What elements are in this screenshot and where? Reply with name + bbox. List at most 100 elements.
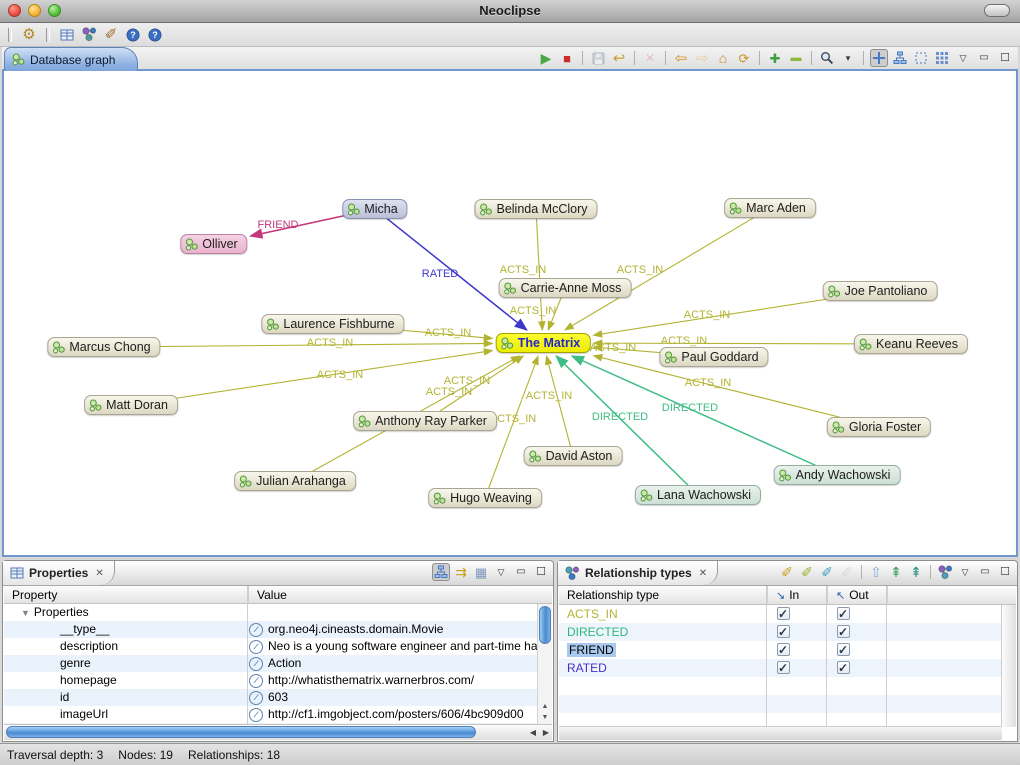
properties-view-icon[interactable]	[58, 26, 76, 44]
relationship-row-friend[interactable]: FRIEND	[559, 641, 1002, 659]
highlight-relationships-icon[interactable]: ✐	[778, 563, 796, 581]
property-row-id[interactable]: id∕∕603	[4, 689, 552, 706]
maximize-icon[interactable]: ☐	[996, 49, 1014, 67]
maximize-icon[interactable]: ☐	[996, 563, 1014, 581]
relationship-types-view-icon[interactable]	[80, 26, 98, 44]
graph-node-paul[interactable]: Paul Goddard	[659, 347, 768, 367]
column-header-value[interactable]: Value	[248, 586, 564, 603]
graph-node-andy[interactable]: Andy Wachowski	[774, 465, 901, 485]
show-start-node-icon[interactable]: ⌂	[714, 49, 732, 67]
add-outgoing-node-icon[interactable]: ⇞	[887, 563, 905, 581]
close-icon[interactable]: ✕	[95, 568, 103, 579]
property-row-genre[interactable]: genre∕∕Action	[4, 655, 552, 672]
out-checkbox[interactable]	[837, 625, 850, 638]
property-row-description[interactable]: description∕∕Neo is a young software eng…	[4, 638, 552, 655]
follow-selection-icon[interactable]: ⇉	[452, 563, 470, 581]
relationship-row-directed[interactable]: DIRECTED	[559, 623, 1002, 641]
preferences-icon[interactable]: ⚙	[20, 26, 38, 44]
in-checkbox[interactable]	[777, 607, 790, 620]
cheat-sheets-icon[interactable]: ?	[146, 26, 164, 44]
property-row-imageUrl[interactable]: imageUrl∕∕http://cf1.imgobject.com/poste…	[4, 706, 552, 723]
maximize-icon[interactable]: ☐	[532, 563, 550, 581]
revert-icon[interactable]: ↩	[610, 49, 628, 67]
graph-node-marc[interactable]: Marc Aden	[724, 198, 816, 218]
graph-node-laurence[interactable]: Laurence Fishburne	[261, 314, 404, 334]
property-row-homepage[interactable]: homepage∕∕http://whatisthematrix.warnerb…	[4, 672, 552, 689]
in-checkbox[interactable]	[777, 643, 790, 656]
in-checkbox[interactable]	[777, 625, 790, 638]
graph-node-olliver[interactable]: Olliver	[180, 234, 247, 254]
delete-icon[interactable]: ✕	[641, 49, 659, 67]
column-divider[interactable]	[766, 586, 767, 727]
properties-vertical-scrollbar[interactable]: ▲ ▼	[537, 604, 552, 724]
stop-database-icon[interactable]: ■	[558, 49, 576, 67]
graph-node-matt[interactable]: Matt Doran	[84, 395, 178, 415]
tab-relationship-types[interactable]: Relationship types ✕	[558, 561, 718, 585]
minimize-icon[interactable]: ▭	[975, 49, 993, 67]
out-checkbox[interactable]	[837, 643, 850, 656]
column-header-empty[interactable]	[887, 586, 1013, 604]
tree-layout-icon[interactable]	[891, 49, 909, 67]
tab-database-graph[interactable]: Database graph	[4, 47, 138, 71]
graph-node-marcus[interactable]: Marcus Chong	[47, 337, 160, 357]
close-icon[interactable]: ✕	[699, 568, 707, 579]
column-divider[interactable]	[826, 586, 827, 727]
zoom-icon[interactable]	[818, 49, 836, 67]
refresh-icon[interactable]: ⟳	[735, 49, 753, 67]
column-divider[interactable]	[247, 586, 248, 724]
highlight-end-nodes-icon[interactable]: ✐	[818, 563, 836, 581]
scrollbar-thumb[interactable]	[6, 726, 476, 738]
graph-node-keanu[interactable]: Keanu Reeves	[854, 334, 968, 354]
go-back-icon[interactable]: ⇦	[672, 49, 690, 67]
graph-node-carrie[interactable]: Carrie-Anne Moss	[499, 278, 632, 298]
graph-node-belinda[interactable]: Belinda McClory	[474, 199, 597, 219]
minimize-icon[interactable]: ▭	[512, 563, 530, 581]
zoom-menu-icon[interactable]: ▾	[839, 49, 857, 67]
column-divider[interactable]	[886, 586, 887, 727]
graph-edge-acts_in[interactable]	[546, 356, 573, 456]
view-menu-icon[interactable]: ▽	[956, 563, 974, 581]
in-checkbox[interactable]	[777, 661, 790, 674]
property-row-__type__[interactable]: __type__∕∕org.neo4j.cineasts.domain.Movi…	[4, 621, 552, 638]
scroll-right-icon[interactable]: ▶	[543, 725, 549, 740]
view-menu-icon[interactable]: ▽	[492, 563, 510, 581]
grid-layout-icon[interactable]	[933, 49, 951, 67]
new-relationship-type-icon[interactable]	[936, 563, 954, 581]
graph-node-micha[interactable]: Micha	[342, 199, 407, 219]
relationship-vertical-scrollbar[interactable]	[1001, 605, 1016, 727]
clear-highlight-icon[interactable]: ✐	[838, 563, 856, 581]
relationship-horizontal-scrollbar[interactable]	[559, 726, 1002, 740]
view-menu-icon[interactable]: ▽	[954, 49, 972, 67]
save-icon[interactable]	[589, 49, 607, 67]
column-header-property[interactable]: Property	[4, 586, 256, 603]
graph-node-hugo[interactable]: Hugo Weaving	[428, 488, 542, 508]
disclosure-triangle-icon[interactable]: ▼	[21, 608, 30, 618]
free-layout-icon[interactable]	[912, 49, 930, 67]
add-incoming-node-icon[interactable]: ⇞	[907, 563, 925, 581]
scrollbar-thumb[interactable]	[539, 606, 551, 644]
column-header-relationship-type[interactable]: Relationship type	[559, 586, 775, 604]
graph-edge-acts_in[interactable]	[104, 343, 493, 347]
relationship-row-acts_in[interactable]: ACTS_IN	[559, 605, 1002, 623]
relationship-row-rated[interactable]: RATED	[559, 659, 1002, 677]
out-checkbox[interactable]	[837, 607, 850, 620]
decorate-icon[interactable]: ✐	[102, 26, 120, 44]
restore-default-columns-icon[interactable]: ▦	[472, 563, 490, 581]
scroll-down-icon[interactable]: ▼	[538, 712, 552, 723]
properties-horizontal-scrollbar[interactable]: ◀ ▶	[4, 724, 552, 740]
increase-traversal-depth-icon[interactable]: ✚	[766, 49, 784, 67]
tab-properties[interactable]: Properties ✕	[3, 561, 115, 585]
minimize-icon[interactable]: ▭	[976, 563, 994, 581]
scroll-up-icon[interactable]: ▲	[538, 701, 552, 712]
graph-node-joe[interactable]: Joe Pantoliano	[823, 281, 938, 301]
highlight-start-nodes-icon[interactable]: ✐	[798, 563, 816, 581]
graph-node-gloria[interactable]: Gloria Foster	[827, 417, 931, 437]
graph-node-anthony[interactable]: Anthony Ray Parker	[353, 411, 497, 431]
toolbar-toggle-button[interactable]	[984, 4, 1010, 17]
show-categories-icon[interactable]	[432, 563, 450, 581]
out-checkbox[interactable]	[837, 661, 850, 674]
move-mode-icon[interactable]	[870, 49, 888, 67]
graph-node-lana[interactable]: Lana Wachowski	[635, 485, 761, 505]
help-contents-icon[interactable]: ?	[124, 26, 142, 44]
scroll-left-icon[interactable]: ◀	[530, 725, 536, 740]
